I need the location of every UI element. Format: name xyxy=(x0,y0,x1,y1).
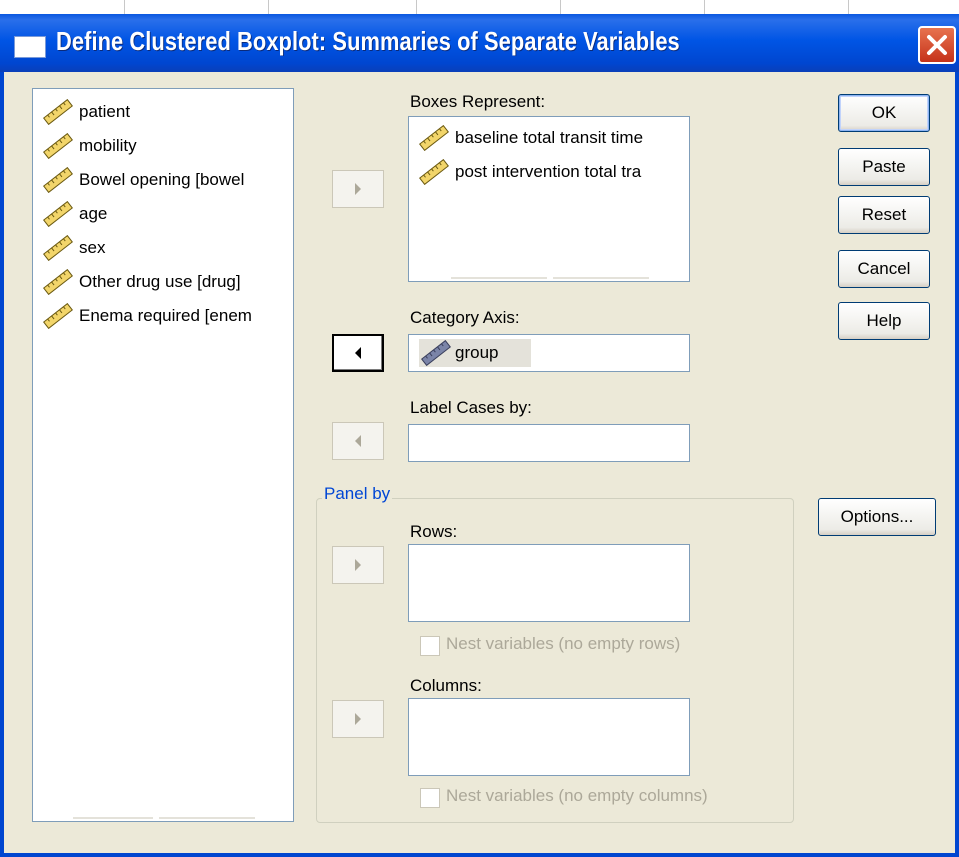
nest-rows-label: Nest variables (no empty rows) xyxy=(446,634,681,653)
variable-item-label: patient xyxy=(79,102,131,121)
background-window-strip xyxy=(0,0,959,14)
title-bar: Define Clustered Boxplot: Summaries of S… xyxy=(0,0,959,72)
label-cases-label: Label Cases by: xyxy=(410,398,532,417)
arrow-left-icon xyxy=(355,435,361,447)
variable-item[interactable]: sex xyxy=(41,233,287,263)
boxes-represent-list[interactable]: baseline total transit time post interven… xyxy=(408,116,690,282)
nest-rows-checkbox[interactable] xyxy=(420,636,440,656)
arrow-left-icon xyxy=(355,347,361,359)
boxes-item[interactable]: baseline total transit time xyxy=(417,123,687,153)
scale-ruler-icon xyxy=(43,269,73,295)
boxes-item[interactable]: post intervention total tra xyxy=(417,157,687,187)
variable-item[interactable]: patient xyxy=(41,97,287,127)
nest-columns-checkbox[interactable] xyxy=(420,788,440,808)
paste-button[interactable]: Paste xyxy=(838,148,930,186)
category-axis-label: Category Axis: xyxy=(410,308,520,327)
category-axis-value: group xyxy=(455,343,499,362)
variable-item[interactable]: Bowel opening [bowel xyxy=(41,165,287,195)
boxes-represent-label: Boxes Represent: xyxy=(410,92,546,111)
boxes-item-label: post intervention total tra xyxy=(455,162,642,181)
scale-ruler-icon xyxy=(43,235,73,261)
variable-item-label: Enema required [enem xyxy=(79,306,252,325)
scale-ruler-icon xyxy=(421,340,451,366)
move-to-label-cases-button[interactable] xyxy=(332,422,384,460)
window-title: Define Clustered Boxplot: Summaries of S… xyxy=(56,26,680,56)
ok-button[interactable]: OK xyxy=(838,94,930,132)
columns-label: Columns: xyxy=(410,676,482,695)
arrow-right-icon xyxy=(355,559,361,571)
variable-item-label: age xyxy=(79,204,108,223)
move-to-boxes-button[interactable] xyxy=(332,170,384,208)
scale-ruler-icon xyxy=(43,201,73,227)
scale-ruler-icon xyxy=(419,159,449,185)
window-icon xyxy=(14,36,46,58)
variable-item-label: sex xyxy=(79,238,106,257)
scale-ruler-icon xyxy=(419,125,449,151)
columns-field[interactable] xyxy=(408,698,690,776)
rows-label: Rows: xyxy=(410,522,458,541)
arrow-right-icon xyxy=(355,183,361,195)
variable-item[interactable]: age xyxy=(41,199,287,229)
help-button[interactable]: Help xyxy=(838,302,930,340)
variable-item-label: Other drug use [drug] xyxy=(79,272,241,291)
close-icon xyxy=(927,35,947,55)
nest-columns-label: Nest variables (no empty columns) xyxy=(446,786,708,805)
label-cases-field[interactable] xyxy=(408,424,690,462)
variable-item-label: mobility xyxy=(79,136,137,155)
variable-item[interactable]: Other drug use [drug] xyxy=(41,267,287,297)
scale-ruler-icon xyxy=(43,133,73,159)
scale-ruler-icon xyxy=(43,303,73,329)
move-to-columns-button[interactable] xyxy=(332,700,384,738)
variable-item[interactable]: mobility xyxy=(41,131,287,161)
variable-item-label: Bowel opening [bowel xyxy=(79,170,245,189)
scale-ruler-icon xyxy=(43,99,73,125)
panel-by-legend: Panel by xyxy=(322,484,393,504)
move-from-category-button[interactable] xyxy=(332,334,384,372)
rows-field[interactable] xyxy=(408,544,690,622)
cancel-button[interactable]: Cancel xyxy=(838,250,930,288)
arrow-right-icon xyxy=(355,713,361,725)
source-variable-list[interactable]: patient mobility Bowel opening [bowel age se… xyxy=(32,88,294,822)
variable-item[interactable]: Enema required [enem xyxy=(41,301,287,331)
boxes-item-label: baseline total transit time xyxy=(455,128,644,147)
close-button[interactable] xyxy=(918,26,956,64)
scale-ruler-icon xyxy=(43,167,73,193)
move-to-rows-button[interactable] xyxy=(332,546,384,584)
category-axis-field[interactable]: group xyxy=(408,334,690,372)
reset-button[interactable]: Reset xyxy=(838,196,930,234)
options-button[interactable]: Options... xyxy=(818,498,936,536)
